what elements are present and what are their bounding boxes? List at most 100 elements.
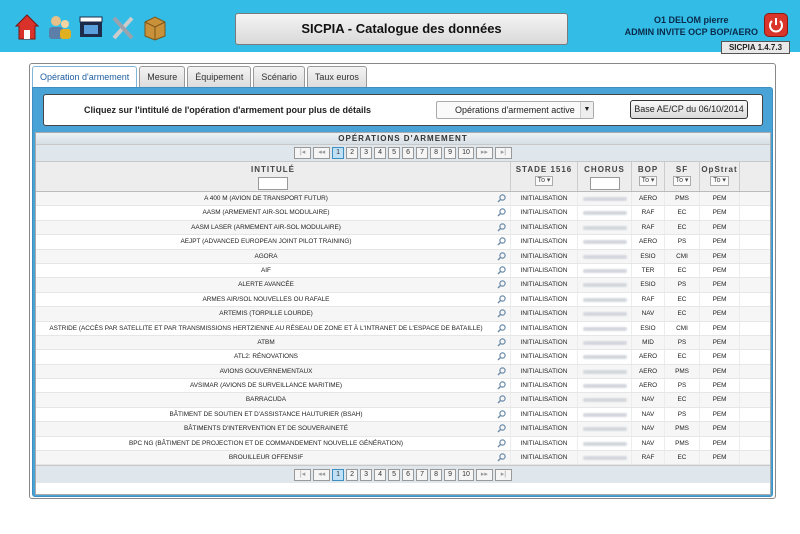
- search-icon[interactable]: [497, 366, 506, 376]
- pager-page-button[interactable]: 7: [416, 468, 429, 481]
- search-icon[interactable]: [497, 438, 506, 448]
- row-intitule[interactable]: AIF: [36, 263, 511, 278]
- search-icon[interactable]: [497, 410, 506, 419]
- row-intitule-link[interactable]: BROUILLEUR OFFENSIF: [229, 454, 303, 461]
- power-icon[interactable]: [764, 13, 788, 37]
- row-intitule[interactable]: ATBM: [36, 335, 511, 350]
- row-intitule[interactable]: AASM LASER (ARMEMENT AIR-SOL MODULAIRE): [36, 220, 511, 235]
- row-intitule[interactable]: A 400 M (AVION DE TRANSPORT FUTUR): [36, 192, 511, 206]
- pager-page-button[interactable]: 9: [444, 147, 457, 159]
- search-icon[interactable]: [497, 352, 506, 361]
- row-intitule-link[interactable]: AASM LASER (ARMEMENT AIR-SOL MODULAIRE): [191, 224, 341, 231]
- bop-filter-select[interactable]: To ▾: [638, 176, 658, 186]
- row-intitule[interactable]: ASTRIDE (ACCÈS PAR SATELLITE ET PAR TRAN…: [36, 321, 511, 335]
- stade-filter-select[interactable]: To ▾: [534, 176, 554, 186]
- search-icon[interactable]: [497, 395, 506, 404]
- intitule-filter-input[interactable]: [258, 177, 288, 190]
- pager-page-button[interactable]: 4: [374, 468, 387, 481]
- home-icon[interactable]: [14, 12, 40, 42]
- pager-page-button[interactable]: 6: [402, 468, 415, 481]
- row-intitule[interactable]: ALERTE AVANCÉE: [36, 278, 511, 292]
- pager-next-button[interactable]: ▸▸: [475, 147, 493, 159]
- row-intitule[interactable]: AASM (ARMEMENT AIR-SOL MODULAIRE): [36, 206, 511, 220]
- tools-icon[interactable]: [110, 12, 136, 42]
- row-intitule-link[interactable]: ARTEMIS (TORPILLE LOURDE): [219, 310, 313, 317]
- pager-page-button[interactable]: 1: [332, 468, 345, 481]
- sf-filter-select[interactable]: To ▾: [672, 176, 692, 186]
- row-intitule-link[interactable]: ALERTE AVANCÉE: [238, 281, 294, 288]
- row-intitule-link[interactable]: ASTRIDE (ACCÈS PAR SATELLITE ET PAR TRAN…: [49, 325, 482, 332]
- row-intitule[interactable]: ATL2: RÉNOVATIONS: [36, 350, 511, 364]
- pager-page-button[interactable]: 1: [332, 147, 345, 159]
- tab-mesure[interactable]: Mesure: [139, 66, 186, 87]
- search-icon[interactable]: [497, 223, 506, 232]
- base-date-button[interactable]: Base AE/CP du 06/10/2014: [630, 100, 748, 119]
- pager-page-button[interactable]: 6: [402, 147, 415, 159]
- row-intitule[interactable]: BARRACUDA: [36, 393, 511, 407]
- search-icon[interactable]: [497, 266, 506, 275]
- row-intitule-link[interactable]: BÂTIMENT DE SOUTIEN ET D'ASSISTANCE HAUT…: [170, 411, 363, 418]
- pager-page-button[interactable]: 10: [458, 147, 474, 159]
- pager-last-button[interactable]: ▸|: [494, 147, 512, 159]
- row-intitule[interactable]: AGORA: [36, 249, 511, 263]
- search-icon[interactable]: [497, 237, 506, 246]
- search-icon[interactable]: [497, 194, 506, 203]
- search-icon[interactable]: [497, 251, 506, 261]
- status-select[interactable]: Opérations d'armement active ▼: [436, 101, 594, 119]
- search-icon[interactable]: [497, 295, 506, 304]
- search-icon[interactable]: [497, 309, 506, 318]
- search-icon[interactable]: [497, 280, 506, 289]
- row-intitule[interactable]: BPC NG (BÂTIMENT DE PROJECTION ET DE COM…: [36, 436, 511, 451]
- row-intitule-link[interactable]: AASM (ARMEMENT AIR-SOL MODULAIRE): [202, 209, 329, 216]
- row-intitule-link[interactable]: BÂTIMENTS D'INTERVENTION ET DE SOUVERAIN…: [184, 425, 348, 432]
- row-intitule-link[interactable]: AVIONS GOUVERNEMENTAUX: [220, 368, 313, 375]
- pager-first-button[interactable]: |◂: [294, 468, 312, 481]
- search-icon[interactable]: [497, 424, 506, 433]
- row-intitule-link[interactable]: ATL2: RÉNOVATIONS: [234, 353, 298, 360]
- row-intitule-link[interactable]: BARRACUDA: [246, 396, 286, 403]
- tab-equipement[interactable]: Équipement: [187, 66, 252, 87]
- row-intitule-link[interactable]: A 400 M (AVION DE TRANSPORT FUTUR): [204, 195, 328, 202]
- pager-page-button[interactable]: 2: [346, 147, 359, 159]
- row-intitule[interactable]: AEJPT (ADVANCED EUROPEAN JOINT PILOT TRA…: [36, 235, 511, 249]
- pager-prev-button[interactable]: ◂◂: [313, 468, 331, 481]
- row-intitule-link[interactable]: AVSIMAR (AVIONS DE SURVEILLANCE MARITIME…: [190, 382, 342, 389]
- row-intitule[interactable]: BÂTIMENTS D'INTERVENTION ET DE SOUVERAIN…: [36, 422, 511, 436]
- users-icon[interactable]: [46, 12, 72, 42]
- pager-page-button[interactable]: 2: [346, 468, 359, 481]
- pager-page-button[interactable]: 5: [388, 147, 401, 159]
- row-intitule[interactable]: AVSIMAR (AVIONS DE SURVEILLANCE MARITIME…: [36, 379, 511, 393]
- pager-first-button[interactable]: |◂: [294, 147, 312, 159]
- row-intitule[interactable]: BÂTIMENT DE SOUTIEN ET D'ASSISTANCE HAUT…: [36, 407, 511, 422]
- pager-page-button[interactable]: 8: [430, 147, 443, 159]
- pager-page-button[interactable]: 10: [458, 468, 474, 481]
- pager-page-button[interactable]: 3: [360, 147, 373, 159]
- row-intitule-link[interactable]: ARMES AIR/SOL NOUVELLES OU RAFALE: [203, 296, 330, 303]
- pager-next-button[interactable]: ▸▸: [475, 468, 493, 481]
- pager-page-button[interactable]: 3: [360, 468, 373, 481]
- search-icon[interactable]: [497, 381, 506, 390]
- film-icon[interactable]: [78, 12, 104, 42]
- pager-page-button[interactable]: 9: [444, 468, 457, 481]
- row-intitule[interactable]: ARMES AIR/SOL NOUVELLES OU RAFALE: [36, 292, 511, 307]
- package-icon[interactable]: [142, 12, 168, 42]
- chorus-filter-input[interactable]: [589, 177, 620, 190]
- pager-last-button[interactable]: ▸|: [494, 468, 512, 481]
- row-intitule[interactable]: ARTEMIS (TORPILLE LOURDE): [36, 307, 511, 321]
- pager-page-button[interactable]: 4: [374, 147, 387, 159]
- search-icon[interactable]: [497, 453, 506, 462]
- tab-scenario[interactable]: Scénario: [253, 66, 305, 87]
- tab-taux-euros[interactable]: Taux euros: [306, 66, 367, 87]
- search-icon[interactable]: [497, 323, 506, 333]
- row-intitule-link[interactable]: AIF: [261, 267, 271, 274]
- pager-prev-button[interactable]: ◂◂: [313, 147, 331, 159]
- row-intitule-link[interactable]: AEJPT (ADVANCED EUROPEAN JOINT PILOT TRA…: [181, 238, 352, 245]
- pager-page-button[interactable]: 8: [430, 468, 443, 481]
- pager-page-button[interactable]: 5: [388, 468, 401, 481]
- tab-operation-armement[interactable]: Opération d'armement: [32, 66, 138, 87]
- row-intitule[interactable]: BROUILLEUR OFFENSIF: [36, 451, 511, 465]
- opstrat-filter-select[interactable]: To ▾: [710, 176, 729, 186]
- search-icon[interactable]: [497, 338, 506, 347]
- search-icon[interactable]: [497, 208, 506, 217]
- row-intitule[interactable]: AVIONS GOUVERNEMENTAUX: [36, 364, 511, 379]
